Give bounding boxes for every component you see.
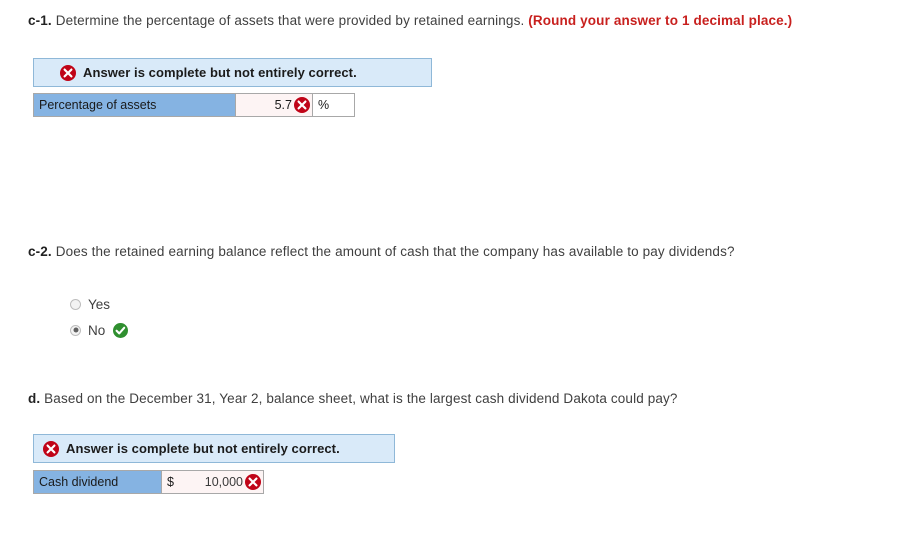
question-c1-rounding-note: (Round your answer to 1 decimal place.): [528, 13, 793, 28]
error-x-icon: [294, 97, 310, 113]
status-banner-d-text: Answer is complete but not entirely corr…: [66, 441, 340, 456]
answer-table-cash-dividend: Cash dividend $ 10,000: [33, 470, 264, 494]
answer-table-percentage: Percentage of assets 5.7 %: [33, 93, 355, 117]
status-banner-d: Answer is complete but not entirely corr…: [33, 434, 395, 463]
error-x-icon: [43, 440, 59, 457]
radio-option-yes[interactable]: Yes: [70, 293, 128, 315]
question-c1: c-1. Determine the percentage of assets …: [28, 12, 792, 30]
table-row: Cash dividend $ 10,000: [33, 470, 264, 494]
error-x-icon: [60, 64, 76, 81]
question-d: d. Based on the December 31, Year 2, bal…: [28, 390, 678, 408]
percentage-value-wrap: 5.7: [275, 97, 310, 113]
cash-dividend-currency-symbol: $: [161, 470, 179, 494]
question-d-text: Based on the December 31, Year 2, balanc…: [44, 391, 678, 406]
question-c2: c-2. Does the retained earning balance r…: [28, 243, 735, 261]
radio-group-c2: Yes No: [70, 293, 129, 341]
radio-button-yes[interactable]: [70, 298, 81, 310]
question-c1-text: Determine the percentage of assets that …: [55, 13, 529, 28]
success-check-icon: [113, 322, 129, 338]
table-row: Percentage of assets 5.7 %: [33, 93, 355, 117]
status-banner-c1: Answer is complete but not entirely corr…: [33, 58, 432, 87]
percentage-of-assets-unit: %: [312, 93, 355, 117]
error-x-icon: [245, 474, 261, 490]
percentage-of-assets-value-cell[interactable]: 5.7: [235, 93, 313, 117]
cash-dividend-value-cell[interactable]: 10,000: [178, 470, 264, 494]
question-c2-label: c-2.: [28, 244, 56, 259]
cash-dividend-value-wrap: 10,000: [205, 474, 261, 490]
cash-dividend-value: 10,000: [204, 475, 243, 489]
question-c2-text: Does the retained earning balance reflec…: [55, 244, 735, 259]
radio-label-yes: Yes: [88, 296, 111, 312]
status-banner-c1-text: Answer is complete but not entirely corr…: [83, 65, 357, 80]
percentage-of-assets-label: Percentage of assets: [33, 93, 236, 117]
radio-button-no[interactable]: [70, 324, 81, 336]
question-d-label: d.: [28, 391, 45, 406]
radio-option-no[interactable]: No: [70, 319, 129, 341]
cash-dividend-label: Cash dividend: [33, 470, 162, 494]
question-c1-label: c-1.: [28, 13, 56, 28]
percentage-of-assets-value: 5.7: [274, 98, 292, 112]
radio-label-no: No: [88, 322, 106, 338]
